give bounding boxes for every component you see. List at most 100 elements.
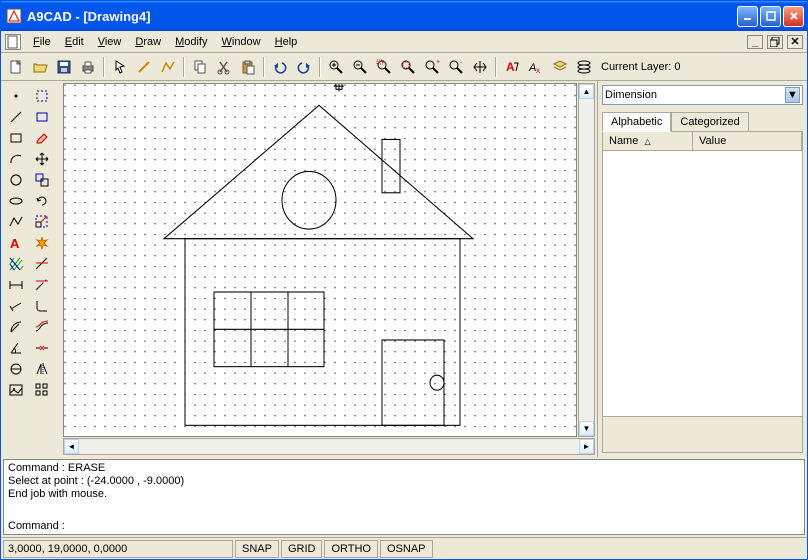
menu-bar: File Edit View Draw Modify Window Help _… xyxy=(1,31,807,53)
dimension-dropdown[interactable]: Dimension ▼ xyxy=(602,85,803,105)
rect-tool[interactable] xyxy=(3,127,29,148)
scale-tool[interactable] xyxy=(29,211,55,232)
title-text: A9CAD - [Drawing4] xyxy=(27,9,737,24)
mdi-doc-icon[interactable] xyxy=(5,34,21,50)
svg-text:A: A xyxy=(506,60,515,74)
col-value[interactable]: Value xyxy=(693,132,802,150)
text-tool[interactable]: A xyxy=(3,232,29,253)
menu-window[interactable]: Window xyxy=(215,34,266,50)
canvas-container: ▲ ▼ ◄ ► xyxy=(61,81,597,457)
maximize-button[interactable] xyxy=(760,6,781,27)
save-button[interactable] xyxy=(53,56,75,78)
circle-tool[interactable] xyxy=(3,169,29,190)
scroll-up-icon[interactable]: ▲ xyxy=(579,84,594,99)
command-line[interactable]: Command : ERASE Select at point : (-24.0… xyxy=(3,459,805,535)
mdi-restore-button[interactable] xyxy=(767,35,783,49)
menu-help[interactable]: Help xyxy=(269,34,304,50)
snap-toggle[interactable]: SNAP xyxy=(235,540,279,558)
arc-tool[interactable] xyxy=(3,148,29,169)
dim-angular-tool[interactable] xyxy=(3,337,29,358)
menu-view[interactable]: View xyxy=(92,34,128,50)
zoom-previous-button[interactable]: - xyxy=(445,56,467,78)
erase-tool[interactable] xyxy=(29,127,55,148)
trim-tool[interactable] xyxy=(29,253,55,274)
cut-button[interactable] xyxy=(213,56,235,78)
zoom-out-button[interactable] xyxy=(349,56,371,78)
close-button[interactable] xyxy=(783,6,804,27)
grid-toggle[interactable]: GRID xyxy=(281,540,323,558)
rotate-tool[interactable] xyxy=(29,190,55,211)
mdi-minimize-button[interactable]: _ xyxy=(747,35,763,49)
zoom-window-button[interactable] xyxy=(373,56,395,78)
current-layer-label: Current Layer: 0 xyxy=(601,61,680,73)
offset-tool[interactable] xyxy=(29,316,55,337)
vertical-scrollbar[interactable]: ▲ ▼ xyxy=(578,83,595,437)
drawing-svg xyxy=(64,84,576,436)
property-body xyxy=(603,151,802,416)
scroll-right-icon[interactable]: ► xyxy=(579,439,594,454)
minimize-button[interactable] xyxy=(737,6,758,27)
hatch-tool[interactable] xyxy=(3,253,29,274)
select-rect-tool[interactable] xyxy=(29,106,55,127)
point-tool[interactable] xyxy=(3,85,29,106)
svg-text:x: x xyxy=(536,66,540,75)
zoom-in-button[interactable] xyxy=(325,56,347,78)
array-tool[interactable] xyxy=(29,379,55,400)
break-tool[interactable] xyxy=(29,337,55,358)
ellipse-tool[interactable] xyxy=(3,190,29,211)
zoom-extents-button[interactable] xyxy=(397,56,419,78)
text-style-button[interactable]: A xyxy=(501,56,523,78)
mirror-tool[interactable] xyxy=(29,358,55,379)
layer-manager-button[interactable] xyxy=(549,56,571,78)
ortho-toggle[interactable]: ORTHO xyxy=(324,540,378,558)
menu-edit[interactable]: Edit xyxy=(59,34,90,50)
menu-file[interactable]: File xyxy=(27,34,57,50)
command-prompt[interactable]: Command : xyxy=(4,518,804,534)
osnap-toggle[interactable]: OSNAP xyxy=(380,540,433,558)
pick-tool-icon[interactable] xyxy=(109,56,131,78)
dim-radius-tool[interactable] xyxy=(3,316,29,337)
select-window-tool[interactable] xyxy=(29,85,55,106)
tab-alphabetic[interactable]: Alphabetic xyxy=(602,112,671,132)
app-window: A9CAD - [Drawing4] File Edit View Draw M… xyxy=(0,0,808,560)
redo-button[interactable] xyxy=(293,56,315,78)
menu-draw[interactable]: Draw xyxy=(129,34,167,50)
new-button[interactable] xyxy=(5,56,27,78)
status-coords: 3,0000, 19,0000, 0,0000 xyxy=(3,540,233,558)
line-tool[interactable] xyxy=(3,106,29,127)
move-tool[interactable] xyxy=(29,148,55,169)
polyline-tool[interactable] xyxy=(3,211,29,232)
layers-button[interactable] xyxy=(573,56,595,78)
copy-button[interactable] xyxy=(189,56,211,78)
drawing-canvas[interactable] xyxy=(63,83,577,437)
dim-ordinate-tool[interactable] xyxy=(3,358,29,379)
open-button[interactable] xyxy=(29,56,51,78)
dim-linear-tool[interactable] xyxy=(3,274,29,295)
scroll-down-icon[interactable]: ▼ xyxy=(579,421,594,436)
explode-tool[interactable] xyxy=(29,232,55,253)
zoom-realtime-button[interactable]: + xyxy=(421,56,443,78)
menu-modify[interactable]: Modify xyxy=(169,34,213,50)
polyline-tool-icon[interactable] xyxy=(157,56,179,78)
sort-icon: △ xyxy=(644,137,650,146)
fillet-tool[interactable] xyxy=(29,295,55,316)
undo-button[interactable] xyxy=(269,56,291,78)
paste-button[interactable] xyxy=(237,56,259,78)
copy-tool[interactable] xyxy=(29,169,55,190)
dropdown-value: Dimension xyxy=(605,89,785,101)
horizontal-scrollbar[interactable]: ◄ ► xyxy=(63,438,595,455)
dim-style-button[interactable]: Ax xyxy=(525,56,547,78)
scroll-left-icon[interactable]: ◄ xyxy=(64,439,79,454)
tab-categorized[interactable]: Categorized xyxy=(671,112,748,132)
mdi-close-button[interactable]: ✕ xyxy=(787,35,803,49)
line-tool-icon[interactable] xyxy=(133,56,155,78)
dim-aligned-tool[interactable] xyxy=(3,295,29,316)
print-button[interactable] xyxy=(77,56,99,78)
pan-button[interactable] xyxy=(469,56,491,78)
app-icon xyxy=(6,8,22,24)
chevron-down-icon[interactable]: ▼ xyxy=(785,87,800,103)
extend-tool[interactable] xyxy=(29,274,55,295)
image-tool[interactable] xyxy=(3,379,29,400)
properties-panel: Dimension ▼ Alphabetic Categorized Name … xyxy=(597,81,807,457)
col-name[interactable]: Name △ xyxy=(603,132,693,150)
